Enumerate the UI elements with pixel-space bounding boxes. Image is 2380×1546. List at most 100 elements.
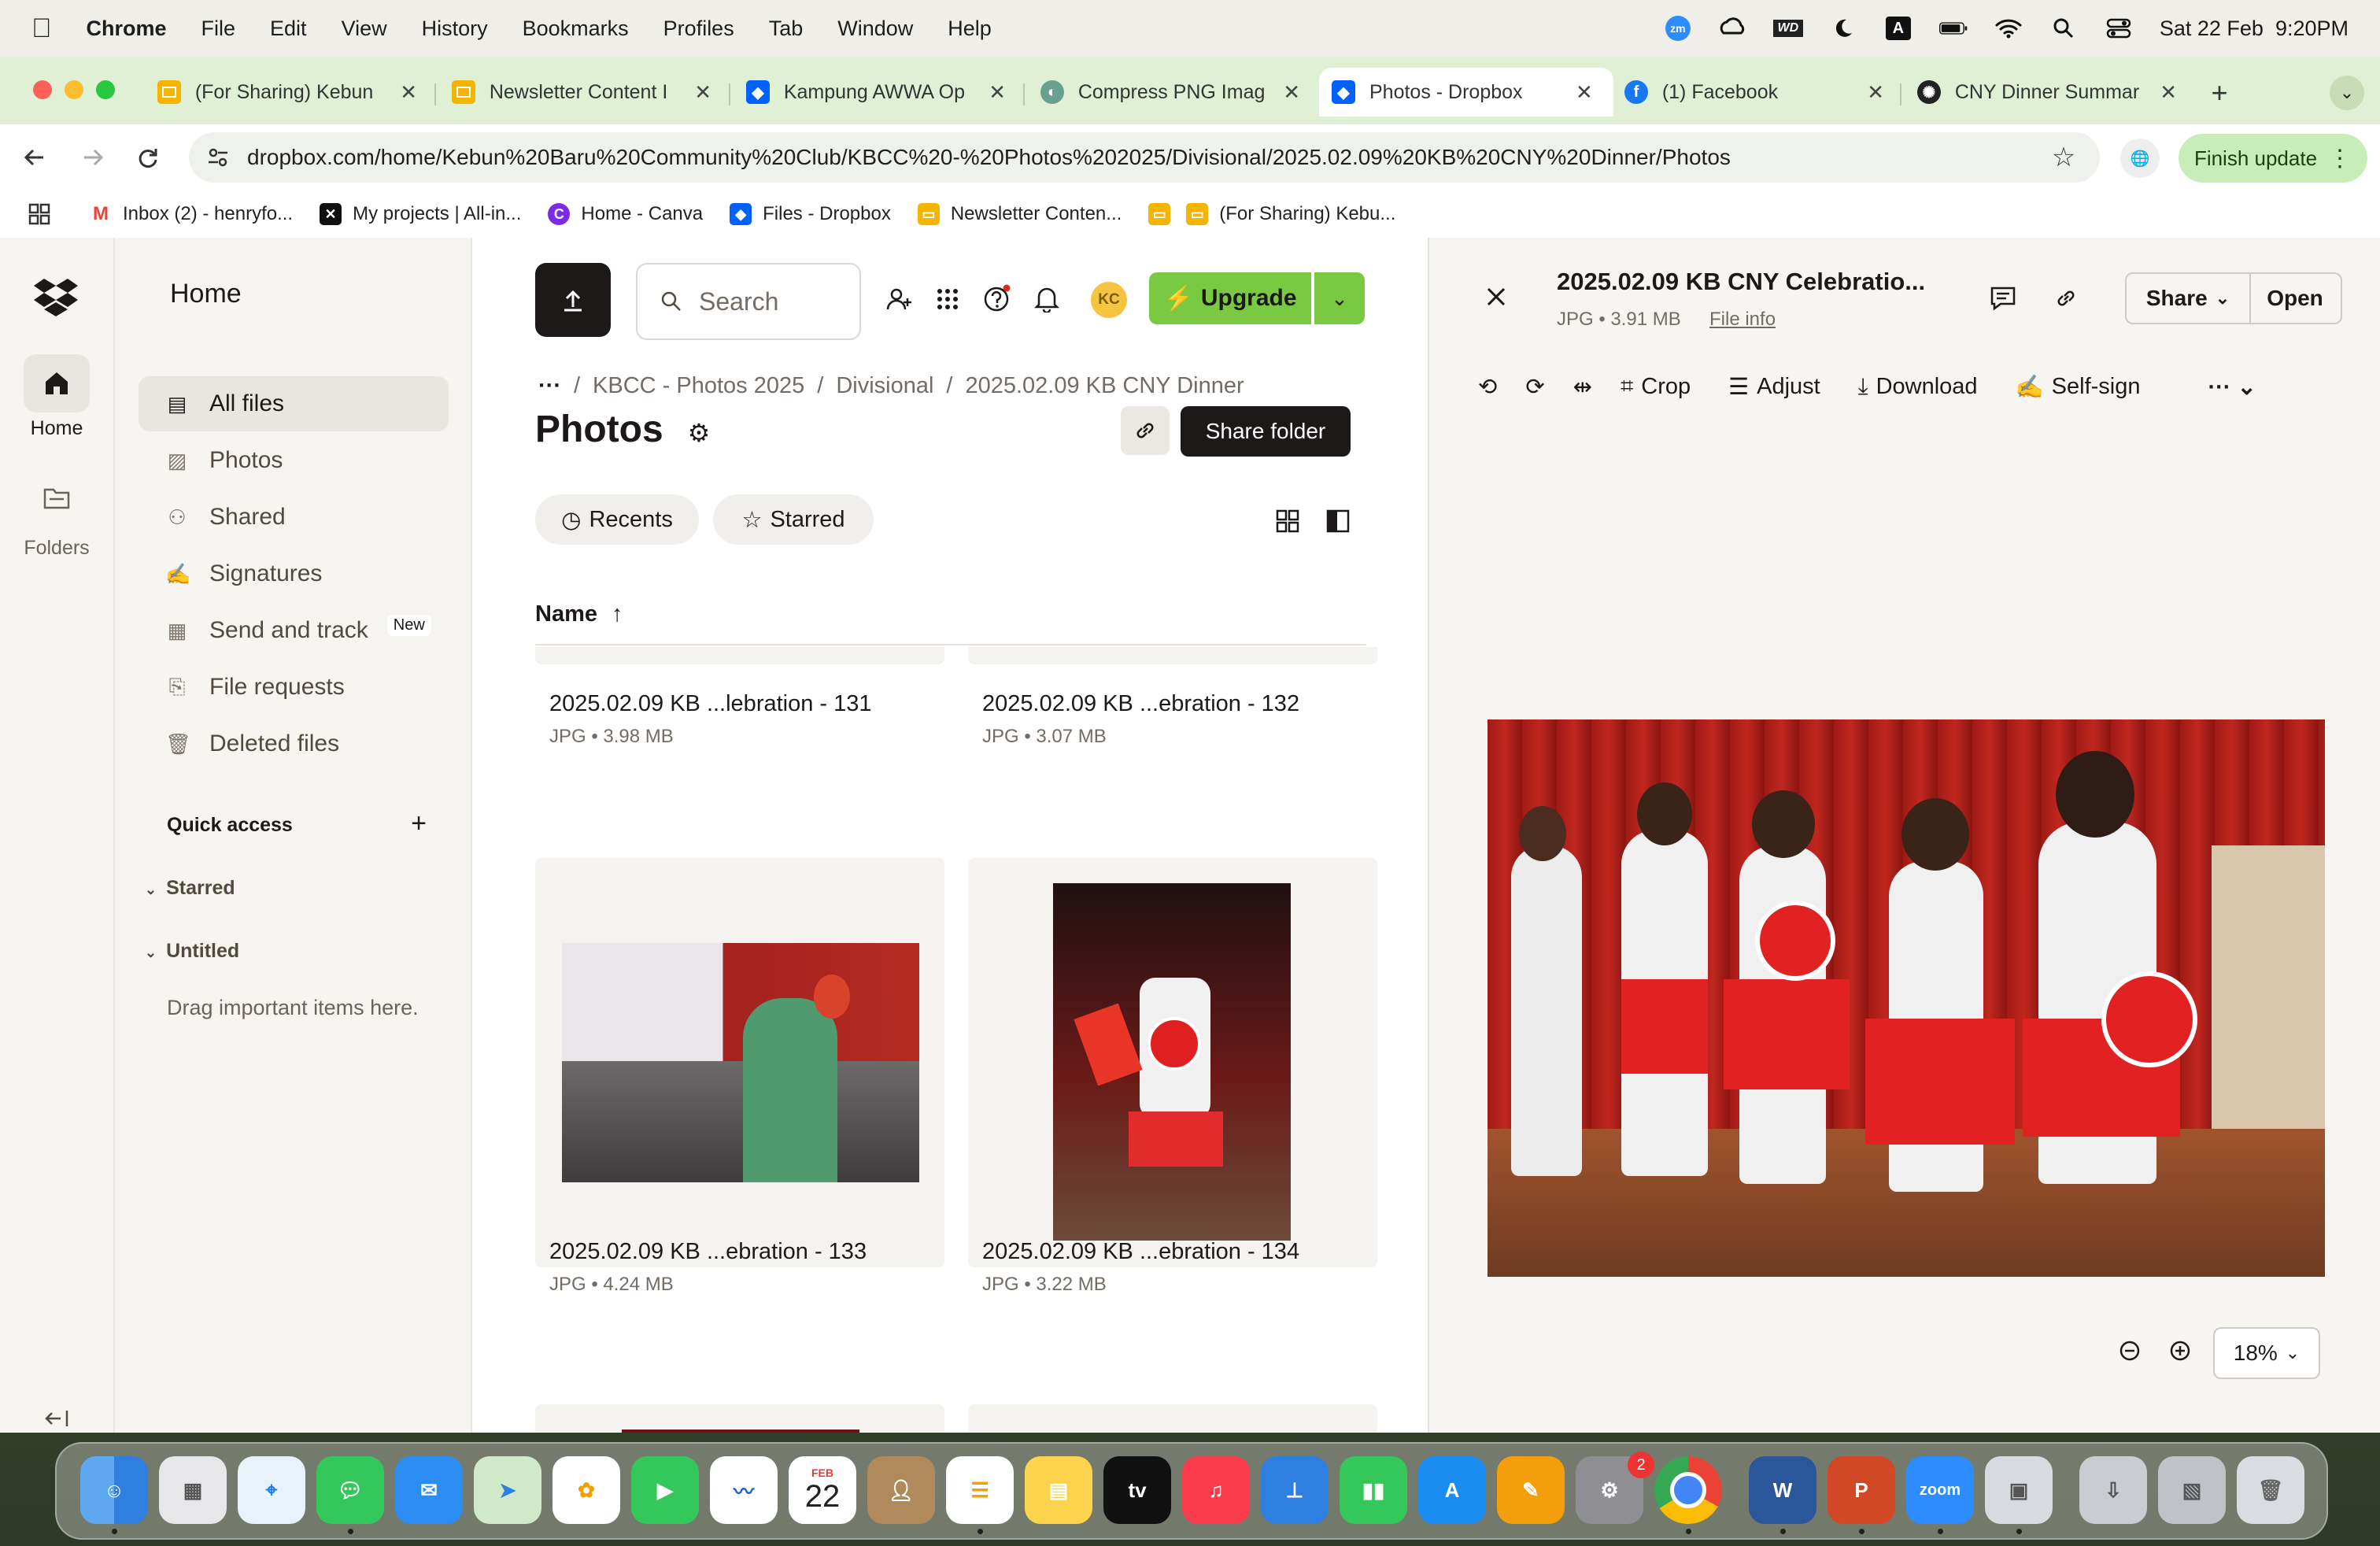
sidebar-item-send-and-track[interactable]: ▦ Send and track New bbox=[139, 603, 449, 658]
download-button[interactable]: ⤓ Download bbox=[1858, 374, 1978, 400]
tab-6[interactable]: ✺ CNY Dinner Summar ✕ bbox=[1917, 68, 2177, 117]
crop-button[interactable]: ⌗ Crop bbox=[1621, 374, 1691, 400]
tab-4-active[interactable]: ◆ Photos - Dropbox ✕ bbox=[1319, 68, 1613, 117]
tab-close-icon[interactable]: ✕ bbox=[1867, 80, 1884, 105]
adjust-button[interactable]: ☰ Adjust bbox=[1728, 373, 1820, 401]
share-button[interactable]: Share ⌄ bbox=[2125, 272, 2251, 324]
tab-close-icon[interactable]: ✕ bbox=[2160, 80, 2177, 105]
flip-icon[interactable]: ⇹ bbox=[1573, 373, 1592, 401]
profile-avatar[interactable]: 🌐 bbox=[2120, 139, 2160, 178]
info-panel-toggle-icon[interactable] bbox=[1322, 505, 1354, 537]
tab-0[interactable]: (For Sharing) Kebun ✕ bbox=[157, 68, 417, 117]
zoom-out-icon[interactable] bbox=[2114, 1335, 2145, 1367]
home-rail-label[interactable]: Home bbox=[0, 417, 113, 440]
facetime-icon[interactable]: ▶ bbox=[631, 1456, 699, 1524]
site-info-icon[interactable] bbox=[206, 146, 230, 169]
rotate-right-icon[interactable]: ⟳ bbox=[1525, 373, 1544, 401]
tab-close-icon[interactable]: ✕ bbox=[694, 80, 711, 105]
battery-icon[interactable] bbox=[1938, 17, 1968, 40]
sidebar-item-file-requests[interactable]: ⎘ File requests bbox=[139, 660, 449, 715]
bookmark-star-icon[interactable]: ☆ bbox=[2046, 140, 2081, 175]
tab-3[interactable]: ◐ Compress PNG Imag ✕ bbox=[1040, 68, 1300, 117]
help-icon[interactable] bbox=[981, 282, 1014, 315]
bookmark-for-sharing[interactable]: ▭ (For Sharing) Kebu... bbox=[1186, 203, 1395, 225]
close-window-button[interactable] bbox=[33, 80, 52, 99]
mail-icon[interactable]: ✉ bbox=[395, 1456, 463, 1524]
add-member-icon[interactable] bbox=[883, 283, 915, 315]
tab-1[interactable]: Newsletter Content I ✕ bbox=[452, 68, 711, 117]
file-info-link[interactable]: File info bbox=[1709, 309, 1776, 331]
control-center-icon[interactable] bbox=[2105, 17, 2133, 40]
home-rail-button[interactable] bbox=[24, 354, 90, 412]
bookmark-slides-unnamed[interactable]: ▭ bbox=[1148, 203, 1181, 225]
downloads-stack-icon[interactable]: ⇩ bbox=[2079, 1456, 2147, 1524]
sidebar-item-photos[interactable]: ▨ Photos bbox=[139, 433, 449, 488]
bookmark-canva[interactable]: C Home - Canva bbox=[548, 203, 703, 225]
file-thumbnail[interactable] bbox=[535, 647, 944, 664]
copy-link-icon[interactable] bbox=[2049, 282, 2082, 315]
finder-icon[interactable]: ☺ bbox=[80, 1456, 148, 1524]
app-name-menu[interactable]: Chrome bbox=[87, 17, 167, 41]
zoom-in-icon[interactable] bbox=[2164, 1335, 2196, 1367]
dropbox-logo-icon[interactable] bbox=[31, 277, 80, 320]
open-button[interactable]: Open bbox=[2249, 272, 2342, 324]
notes-icon[interactable]: ▤ bbox=[1025, 1456, 1092, 1524]
sidebar-item-shared[interactable]: ⚇ Shared bbox=[139, 490, 449, 545]
photos-app-icon[interactable]: ✿ bbox=[552, 1456, 620, 1524]
file-name[interactable]: 2025.02.09 KB ...lebration - 131 bbox=[549, 691, 872, 717]
apps-grid-icon[interactable] bbox=[28, 203, 50, 225]
share-folder-button[interactable]: Share folder bbox=[1181, 406, 1351, 457]
screenshots-stack-icon[interactable]: ▧ bbox=[2158, 1456, 2226, 1524]
folders-icon[interactable] bbox=[35, 479, 79, 518]
zoom-window-button[interactable] bbox=[96, 80, 115, 99]
file-thumbnail[interactable] bbox=[968, 647, 1377, 664]
file-name[interactable]: 2025.02.09 KB ...ebration - 134 bbox=[982, 1239, 1299, 1265]
wd-icon[interactable]: WD bbox=[1772, 17, 1804, 40]
tab-close-icon[interactable]: ✕ bbox=[989, 80, 1006, 105]
input-source-icon[interactable]: A bbox=[1884, 17, 1913, 40]
avatar[interactable]: KC bbox=[1091, 282, 1127, 318]
menu-tab[interactable]: Tab bbox=[769, 17, 804, 41]
self-sign-button[interactable]: ✍ Self-sign bbox=[2016, 374, 2141, 401]
file-thumbnail-133[interactable] bbox=[535, 858, 944, 1267]
sidebar-item-signatures[interactable]: ✍ Signatures bbox=[139, 546, 449, 601]
menu-view[interactable]: View bbox=[342, 17, 387, 41]
upgrade-dropdown-chevron-icon[interactable]: ⌄ bbox=[1314, 272, 1365, 324]
chrome-icon[interactable] bbox=[1654, 1456, 1722, 1524]
file-thumbnail[interactable] bbox=[535, 1404, 944, 1433]
menu-profiles[interactable]: Profiles bbox=[663, 17, 734, 41]
close-preview-icon[interactable] bbox=[1478, 279, 1514, 315]
menu-edit[interactable]: Edit bbox=[270, 17, 307, 41]
powerpoint-icon[interactable]: P bbox=[1828, 1456, 1895, 1524]
tab-5[interactable]: f (1) Facebook ✕ bbox=[1624, 68, 1884, 117]
breadcrumb-item[interactable]: 2025.02.09 KB CNY Dinner bbox=[965, 373, 1244, 399]
tab-2[interactable]: ◆ Kampung AWWA Op ✕ bbox=[746, 68, 1006, 117]
rotate-left-icon[interactable]: ⟲ bbox=[1478, 373, 1497, 401]
url-text[interactable]: dropbox.com/home/Kebun%20Baru%20Communit… bbox=[247, 145, 2057, 170]
calendar-icon[interactable]: FEB 22 bbox=[789, 1456, 856, 1524]
search-box[interactable]: Search bbox=[636, 263, 861, 340]
file-thumbnail-134[interactable] bbox=[968, 858, 1377, 1267]
launchpad-icon[interactable]: ▦ bbox=[159, 1456, 227, 1524]
back-button[interactable] bbox=[16, 139, 54, 176]
bookmark-newsletter[interactable]: ▭ Newsletter Conten... bbox=[917, 203, 1122, 225]
tab-close-icon[interactable]: ✕ bbox=[1283, 80, 1300, 105]
bookmark-capcut[interactable]: ✕ My projects | All-in... bbox=[320, 203, 521, 225]
apps-grid-icon[interactable] bbox=[932, 283, 963, 315]
creative-cloud-icon[interactable] bbox=[1719, 17, 1747, 40]
bookmark-dropbox[interactable]: ◆ Files - Dropbox bbox=[730, 203, 891, 225]
spotlight-search-icon[interactable] bbox=[2049, 17, 2078, 40]
menu-help[interactable]: Help bbox=[948, 17, 992, 41]
freeform-icon[interactable]: 〰 bbox=[710, 1456, 778, 1524]
menu-history[interactable]: History bbox=[422, 17, 488, 41]
apple-menu-icon[interactable]:  bbox=[31, 13, 52, 44]
copy-link-icon[interactable] bbox=[1121, 406, 1170, 455]
safari-icon[interactable]: ⌖ bbox=[238, 1456, 305, 1524]
breadcrumb-item[interactable]: Divisional bbox=[836, 373, 933, 399]
tab-close-icon[interactable]: ✕ bbox=[400, 80, 417, 105]
forward-button[interactable] bbox=[74, 139, 112, 176]
folders-rail-label[interactable]: Folders bbox=[0, 537, 113, 560]
word-icon[interactable]: W bbox=[1749, 1456, 1816, 1524]
sidebar-item-all-files[interactable]: ▤ All files bbox=[139, 376, 449, 431]
messages-icon[interactable]: 💬︎ bbox=[316, 1456, 384, 1524]
